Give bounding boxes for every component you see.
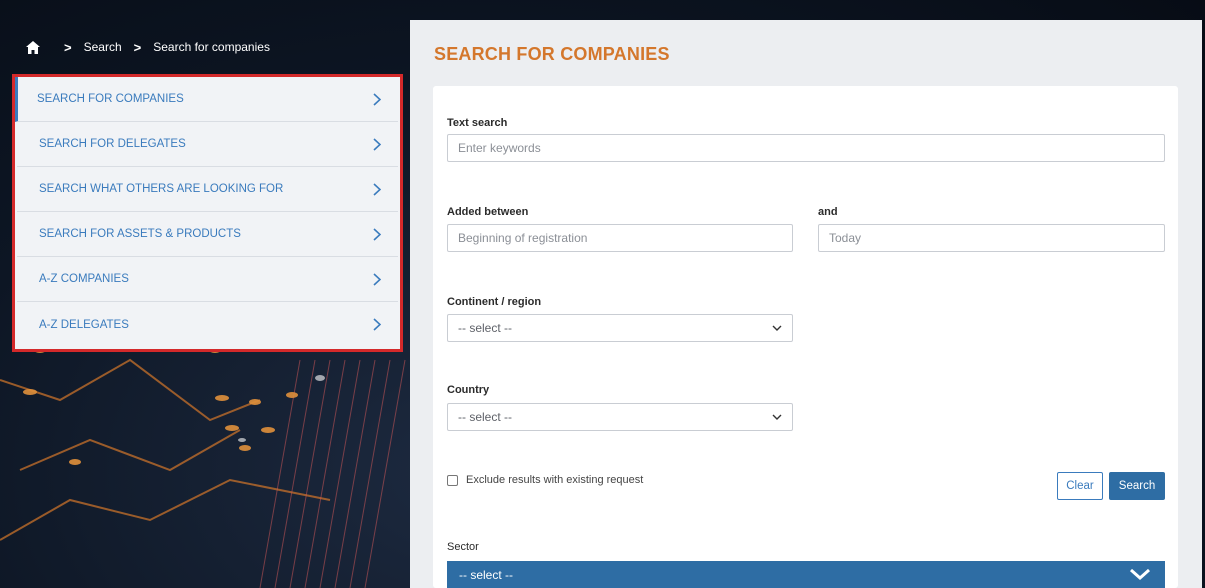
added-between-label: Added between [447,206,529,218]
chevron-down-icon [1130,568,1150,581]
home-icon[interactable] [26,40,40,54]
chevron-right-icon: > [133,39,142,55]
menu-item-az-companies[interactable]: A-Z COMPANIES [17,257,398,302]
menu-item-label: SEARCH WHAT OTHERS ARE LOOKING FOR [39,183,284,195]
clear-button[interactable]: Clear [1057,472,1103,500]
chevron-right-icon [373,318,381,331]
chevron-right-icon [373,227,381,241]
sector-label: Sector [447,541,479,553]
continent-label: Continent / region [447,296,542,308]
sector-select[interactable]: -- select -- [447,561,1165,588]
menu-item-label: A-Z DELEGATES [39,318,129,331]
breadcrumb-current: Search for companies [153,40,270,54]
menu-item-search-others-looking[interactable]: SEARCH WHAT OTHERS ARE LOOKING FOR [17,167,398,212]
added-from-input[interactable] [447,224,793,252]
chevron-right-icon [373,182,381,196]
country-select[interactable]: -- select -- [447,403,793,431]
chevron-right-icon [373,92,381,106]
menu-item-label: SEARCH FOR ASSETS & PRODUCTS [39,228,241,240]
main-panel: SEARCH FOR COMPANIES Text search Added b… [410,20,1202,588]
text-search-label: Text search [447,117,508,129]
menu-item-search-delegates[interactable]: SEARCH FOR DELEGATES [17,122,398,167]
country-select-value: -- select -- [458,410,512,424]
chevron-right-icon [373,272,381,286]
menu-item-search-assets-products[interactable]: SEARCH FOR ASSETS & PRODUCTS [17,212,398,257]
search-button[interactable]: Search [1109,472,1165,500]
exclude-results-checkbox[interactable] [447,474,458,486]
text-search-input[interactable] [447,134,1165,162]
breadcrumb-search-link[interactable]: Search [84,40,122,54]
menu-item-search-companies[interactable]: SEARCH FOR COMPANIES [15,77,398,122]
chevron-down-icon [772,325,782,331]
search-form: Text search Added between and Continent … [433,86,1178,588]
breadcrumb: > Search > Search for companies [26,38,270,56]
menu-item-az-delegates[interactable]: A-Z DELEGATES [17,302,398,347]
chevron-right-icon: > [64,39,72,55]
sector-select-value: -- select -- [459,567,513,582]
continent-select-value: -- select -- [458,321,512,335]
menu-item-label: SEARCH FOR COMPANIES [37,93,184,105]
page-title: SEARCH FOR COMPANIES [434,44,670,64]
menu-item-label: A-Z COMPANIES [39,273,129,285]
continent-select[interactable]: -- select -- [447,314,793,342]
side-menu: SEARCH FOR COMPANIES SEARCH FOR DELEGATE… [12,74,403,352]
added-to-input[interactable] [818,224,1165,252]
chevron-right-icon [373,137,381,151]
and-label: and [818,206,838,218]
exclude-results-row: Exclude results with existing request [447,474,643,486]
exclude-results-label: Exclude results with existing request [466,474,644,486]
menu-item-label: SEARCH FOR DELEGATES [39,138,186,150]
country-label: Country [447,384,490,396]
chevron-down-icon [772,414,782,420]
